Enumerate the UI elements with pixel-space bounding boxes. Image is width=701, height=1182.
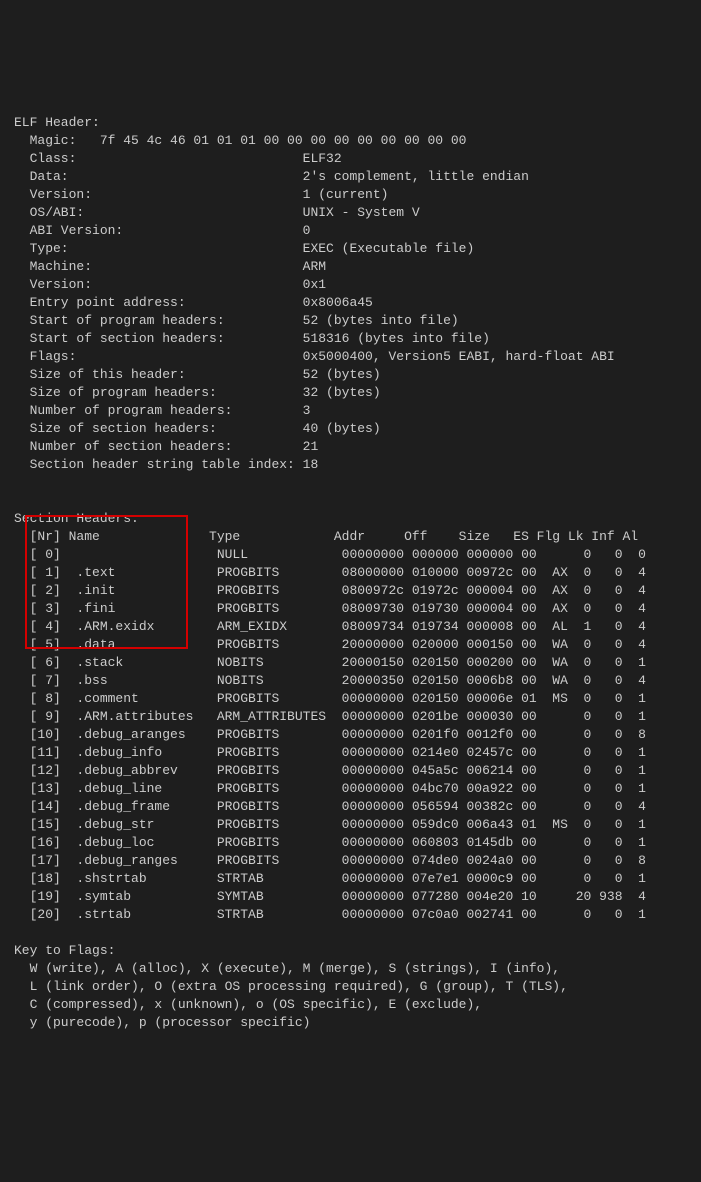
section-headers-title: Section Headers: — [14, 511, 139, 526]
flags-key-title: Key to Flags: — [14, 943, 115, 958]
elf-header-block: Magic: 7f 45 4c 46 01 01 01 00 00 00 00 … — [14, 132, 693, 474]
flags-key-block: W (write), A (alloc), X (execute), M (me… — [14, 960, 693, 1032]
section-rows: [ 0] NULL 00000000 000000 000000 00 0 0 … — [14, 546, 693, 924]
elf-header-title: ELF Header: — [14, 115, 100, 130]
section-headers-header: [Nr] Name Type Addr Off Size ES Flg Lk I… — [14, 529, 638, 544]
terminal-output: ELF Header: Magic: 7f 45 4c 46 01 01 01 … — [0, 90, 701, 1056]
